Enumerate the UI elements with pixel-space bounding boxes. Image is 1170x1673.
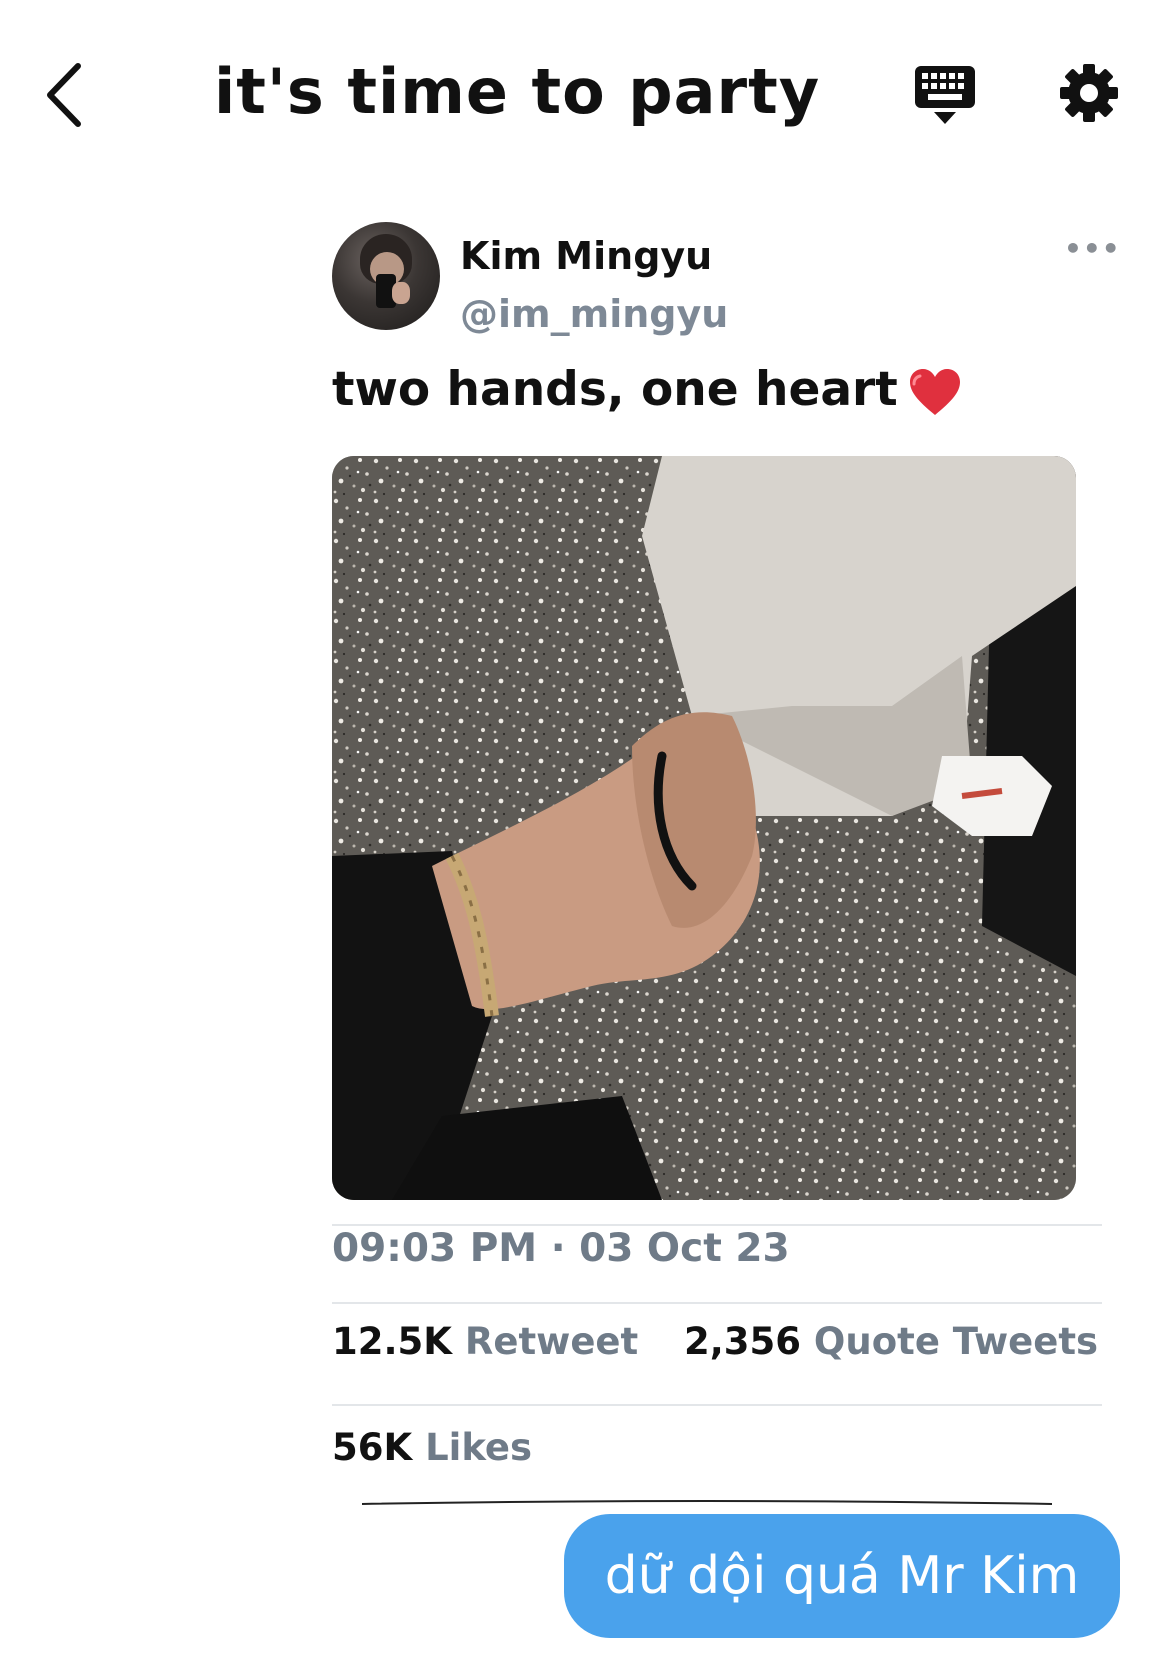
likes-count: 56K [332, 1426, 413, 1469]
conversation-header: it's time to party [0, 0, 1170, 190]
retweets-count: 12.5K [332, 1320, 452, 1363]
tweet-timestamp: 09:03 PM · 03 Oct 23 [332, 1226, 790, 1271]
red-heart-icon [909, 368, 960, 415]
tweet-text-content: two hands, one heart [332, 362, 898, 417]
quote-tweets-count: 2,356 [683, 1320, 802, 1363]
likes-stat[interactable]: 56K Likes [332, 1426, 532, 1469]
avatar-hand [392, 282, 410, 304]
keyboard-toggle-button[interactable] [912, 62, 978, 128]
tweet-text: two hands, one heart [332, 362, 962, 418]
gear-icon [1060, 64, 1118, 122]
keyboard-icon [915, 66, 975, 124]
quote-tweets-label: Quote Tweets [813, 1320, 1099, 1363]
holding-hands-photo [332, 456, 1076, 1200]
divider-stats [332, 1302, 1102, 1304]
chevron-left-icon [47, 63, 81, 127]
back-button[interactable] [40, 60, 100, 130]
settings-button[interactable] [1058, 62, 1120, 124]
conversation-title: it's time to party [214, 55, 821, 128]
author-name[interactable]: Kim Mingyu [460, 234, 712, 278]
retweets-label: Retweet [464, 1320, 639, 1363]
sent-message-bubble[interactable]: dữ dội quá Mr Kim [564, 1514, 1120, 1638]
avatar[interactable] [332, 222, 440, 330]
divider-top [332, 1224, 1102, 1226]
tweet-photo[interactable] [332, 456, 1076, 1200]
retweets-stat[interactable]: 12.5K Retweet [332, 1320, 638, 1363]
divider-likes [332, 1404, 1102, 1406]
card-bottom-edge [362, 1500, 1052, 1505]
likes-label: Likes [425, 1426, 533, 1469]
author-handle[interactable]: @im_mingyu [460, 292, 728, 336]
quote-tweets-stat[interactable]: 2,356 Quote Tweets [684, 1320, 1098, 1363]
engagement-stats: 12.5K Retweet 2,356 Quote Tweets [332, 1320, 1098, 1363]
more-options-button[interactable]: ••• [1064, 232, 1121, 265]
